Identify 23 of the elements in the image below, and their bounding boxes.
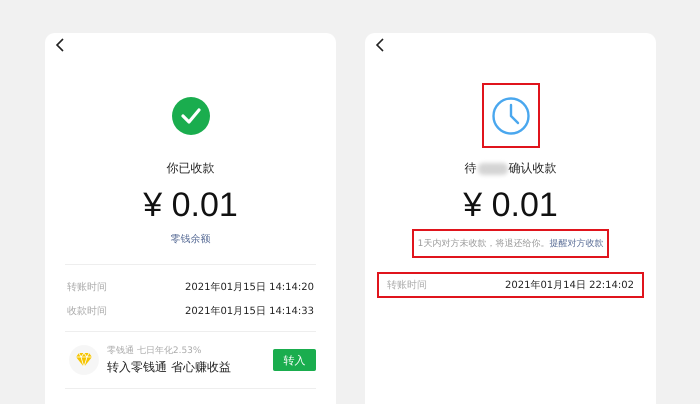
amount: ¥ 0.01 [463,185,558,225]
clock-icon [490,96,530,136]
back-icon[interactable] [375,38,385,52]
amount: ¥ 0.01 [143,185,238,225]
promo-text: 转入零钱通 省心赚收益 [107,359,232,376]
notice-text: 1天内对方未收款，将退还给你。提醒对方收款 [418,239,604,249]
row-value: 2021年01月15日 14:14:33 [185,305,314,318]
transfer-in-button[interactable]: 转入 [273,349,316,371]
status-title: 你已收款 [166,160,214,177]
row-label: 收款时间 [67,304,107,318]
diamond-icon [75,352,93,368]
status-title: 确认收款 [508,160,556,177]
row-label: 转账时间 [67,280,107,294]
balance-link[interactable]: 零钱余额 [170,232,210,246]
status-title: 待 [464,160,476,177]
row-label: 转账时间 [387,278,427,292]
promo-subtitle: 零钱通 七日年化2.53% [107,344,202,357]
row-value: 2021年01月14日 22:14:02 [505,279,634,292]
remind-link[interactable]: 提醒对方收款 [549,239,604,249]
row-value: 2021年01月15日 14:14:20 [185,281,314,294]
redaction-blur [478,162,508,174]
check-circle-icon [170,96,210,136]
back-icon[interactable] [55,38,65,52]
